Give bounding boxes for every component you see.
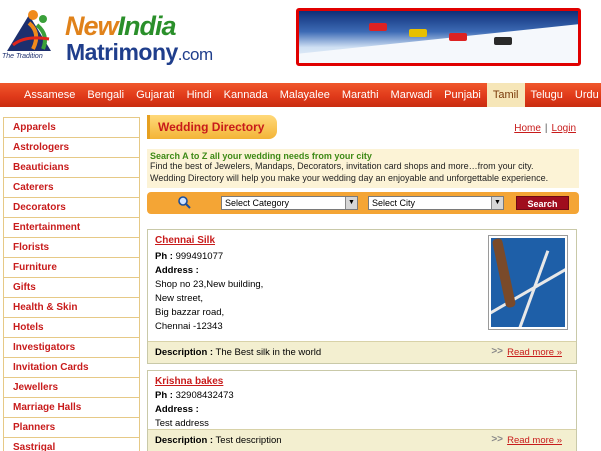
city-select-value: Select City (372, 198, 416, 208)
language-tab-urdu[interactable]: Urdu (569, 83, 601, 107)
address-line: New street, (155, 293, 204, 304)
description-text: Test description (215, 435, 282, 446)
language-tab-malayalee[interactable]: Malayalee (274, 83, 336, 107)
photo-image (491, 238, 565, 327)
top-links: Home | Login (514, 123, 576, 134)
chevron-down-icon[interactable]: ▼ (345, 197, 357, 209)
phone-label: Ph : (155, 251, 173, 262)
home-link[interactable]: Home (514, 123, 541, 134)
phone-value: 999491077 (175, 251, 224, 262)
banner-figure (449, 33, 467, 41)
read-more-link[interactable]: Read more » (507, 435, 562, 446)
directory-title: Wedding Directory (158, 120, 265, 134)
description-bar: Description : The Best silk in the world… (148, 341, 576, 363)
description: Description : The Best silk in the world (155, 347, 321, 358)
listing-name[interactable]: Chennai Silk (155, 235, 215, 246)
site-header: The Tradition NewIndia Matrimony.com (0, 0, 601, 78)
photo-line (515, 250, 550, 327)
sidebar-item-caterers[interactable]: Caterers (4, 178, 139, 198)
address-label: Address : (155, 404, 199, 415)
sidebar-item-invitation-cards[interactable]: Invitation Cards (4, 358, 139, 378)
sidebar-item-planners[interactable]: Planners (4, 418, 139, 438)
sidebar-item-apparels[interactable]: Apparels (4, 118, 139, 138)
language-tab-punjabi[interactable]: Punjabi (438, 83, 487, 107)
category-select-value: Select Category (225, 198, 290, 208)
listing-phone: Ph : 32908432473 (155, 390, 234, 401)
sidebar-item-investigators[interactable]: Investigators (4, 338, 139, 358)
intro-box: Search A to Z all your wedding needs fro… (147, 149, 579, 188)
directory-tab: Wedding Directory (147, 115, 277, 139)
address-line: Chennai -12343 (155, 321, 223, 332)
sidebar-item-astrologers[interactable]: Astrologers (4, 138, 139, 158)
sidebar-item-beauticians[interactable]: Beauticians (4, 158, 139, 178)
listing-card: Chennai Silk Ph : 999491077 Address : Sh… (147, 229, 577, 364)
sidebar-item-decorators[interactable]: Decorators (4, 198, 139, 218)
chevron-down-icon[interactable]: ▼ (491, 197, 503, 209)
brand-new: New (65, 11, 119, 41)
listing-photo[interactable] (488, 235, 568, 330)
language-tab-marathi[interactable]: Marathi (336, 83, 385, 107)
logo-tagline: The Tradition (2, 53, 43, 60)
description: Description : Test description (155, 435, 282, 446)
search-button[interactable]: Search (516, 196, 569, 210)
search-bar: Select Category ▼ Select City ▼ Search (147, 192, 579, 214)
address-label: Address : (155, 265, 199, 276)
description-label: Description : (155, 435, 214, 446)
listing-card: Krishna bakes Ph : 32908432473 Address :… (147, 370, 577, 451)
brand-matrimony-text: Matrimony (66, 39, 178, 65)
brand-com: .com (177, 45, 213, 64)
category-sidebar: Apparels Astrologers Beauticians Caterers De… (3, 117, 140, 451)
address-line: Big bazzar road, (155, 307, 225, 318)
language-tab-hindi[interactable]: Hindi (181, 83, 218, 107)
brand-name[interactable]: NewIndia (65, 11, 177, 41)
description-label: Description : (155, 347, 214, 358)
sidebar-item-sastrigal[interactable]: Sastrigal (4, 438, 139, 451)
brand-matrimony[interactable]: Matrimony.com (66, 40, 213, 67)
login-link[interactable]: Login (552, 123, 576, 134)
banner-figure (369, 23, 387, 31)
intro-heading: Search A to Z all your wedding needs fro… (150, 151, 372, 161)
description-bar: Description : Test description >> Read m… (148, 429, 576, 451)
intro-line: Find the best of Jewelers, Mandaps, Deco… (150, 161, 534, 171)
language-tab-kannada[interactable]: Kannada (218, 83, 274, 107)
intro-line: Wedding Directory will help you make you… (150, 172, 549, 183)
sidebar-item-furniture[interactable]: Furniture (4, 258, 139, 278)
read-more-link[interactable]: Read more » (507, 347, 562, 358)
listing-name[interactable]: Krishna bakes (155, 376, 223, 387)
banner-slope (299, 23, 578, 63)
city-select[interactable]: Select City ▼ (368, 196, 504, 210)
language-tab-telugu[interactable]: Telugu (525, 83, 569, 107)
language-nav: Assamese Bengali Gujarati Hindi Kannada Malay… (0, 83, 601, 107)
double-chevron-icon: >> (491, 346, 503, 357)
phone-label: Ph : (155, 390, 173, 401)
link-separator: | (544, 123, 548, 134)
brand-india: India (117, 11, 177, 41)
advertisement-banner[interactable] (296, 8, 581, 66)
language-tab-assamese[interactable]: Assamese (18, 83, 81, 107)
listing-phone: Ph : 999491077 (155, 251, 223, 262)
phone-value: 32908432473 (175, 390, 234, 401)
sidebar-item-health-skin[interactable]: Health & Skin (4, 298, 139, 318)
search-icon (178, 196, 191, 209)
banner-figure (409, 29, 427, 37)
sidebar-item-jewellers[interactable]: Jewellers (4, 378, 139, 398)
language-tab-marwadi[interactable]: Marwadi (385, 83, 439, 107)
banner-figure (494, 37, 512, 45)
sidebar-item-gifts[interactable]: Gifts (4, 278, 139, 298)
language-tab-bengali[interactable]: Bengali (81, 83, 130, 107)
photo-figure (491, 238, 517, 309)
language-tab-gujarati[interactable]: Gujarati (130, 83, 181, 107)
sidebar-item-entertainment[interactable]: Entertainment (4, 218, 139, 238)
address-line: Shop no 23,New building, (155, 279, 264, 290)
double-chevron-icon: >> (491, 434, 503, 445)
sidebar-item-marriage-halls[interactable]: Marriage Halls (4, 398, 139, 418)
address-line: Test address (155, 418, 209, 429)
description-text: The Best silk in the world (215, 347, 322, 358)
category-select[interactable]: Select Category ▼ (221, 196, 358, 210)
sidebar-item-florists[interactable]: Florists (4, 238, 139, 258)
sidebar-item-hotels[interactable]: Hotels (4, 318, 139, 338)
language-tab-tamil[interactable]: Tamil (486, 83, 525, 107)
